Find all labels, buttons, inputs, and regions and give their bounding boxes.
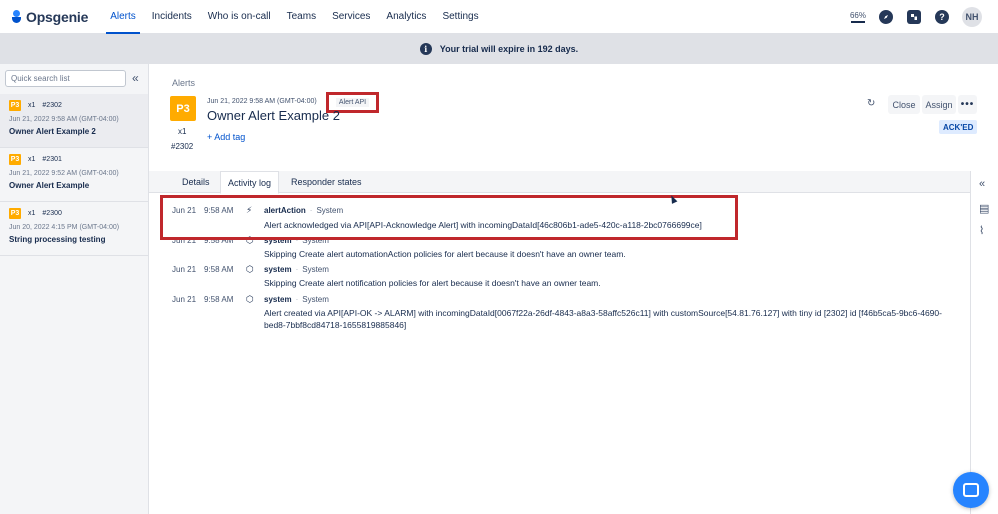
tab-details[interactable]: Details [175, 171, 217, 193]
more-actions-button[interactable]: ••• [958, 95, 977, 114]
cube-icon: ⬡ [246, 235, 254, 245]
log-message: Alert created via API[API-OK -> ALARM] w… [264, 308, 942, 330]
top-navigation: Opsgenie Alerts Incidents Who is on-call… [0, 0, 998, 34]
alert-number: #2302 [171, 142, 194, 151]
trial-banner: i Your trial will expire in 192 days. [0, 34, 998, 64]
log-header: alertAction · System [264, 206, 344, 215]
quick-search-input[interactable] [5, 70, 126, 87]
log-date: Jun 21 [172, 295, 197, 304]
priority-badge: P3 [9, 153, 21, 165]
assign-button[interactable]: Assign [922, 95, 956, 114]
log-actor: system [264, 265, 292, 274]
nav-analytics[interactable]: Analytics [378, 0, 434, 34]
notes-icon[interactable]: ▤ [979, 203, 989, 215]
list-item[interactable]: P3 x1 #2302 Jun 21, 2022 9:58 AM (GMT-04… [0, 94, 148, 148]
zoom-level: 66% [849, 11, 866, 20]
add-tag-button[interactable]: + Add tag [207, 132, 245, 142]
alert-title: Owner Alert Example [9, 181, 90, 190]
source-badge: Alert API [335, 98, 370, 107]
tab-bar: Details Activity log Responder states [149, 171, 970, 194]
chat-support-button[interactable] [953, 472, 989, 508]
cube-icon: ⬡ [246, 264, 254, 274]
log-message: Skipping Create alert automationAction p… [264, 249, 626, 259]
alert-title: Owner Alert Example 2 [9, 127, 96, 136]
alert-count: x1 [28, 155, 36, 163]
alert-number: #2300 [42, 209, 62, 217]
log-header: system · System [264, 265, 329, 274]
log-header: system · System [264, 236, 329, 245]
collapse-sidebar-icon[interactable]: « [132, 72, 139, 84]
alert-date: Jun 21, 2022 9:52 AM (GMT-04:00) [9, 170, 119, 177]
alert-count: x1 [178, 127, 187, 136]
help-icon[interactable]: ? [935, 10, 949, 24]
log-message: Alert acknowledged via API[API-Acknowled… [264, 220, 702, 230]
log-source: System [302, 265, 329, 274]
cube-icon: ⬡ [246, 294, 254, 304]
breadcrumb[interactable]: Alerts [172, 78, 195, 88]
alert-list-sidebar: « P3 x1 #2302 Jun 21, 2022 9:58 AM (GMT-… [0, 64, 149, 514]
alert-title: String processing testing [9, 235, 106, 244]
list-item[interactable]: P3 x1 #2301 Jun 21, 2022 9:52 AM (GMT-04… [0, 148, 148, 202]
alert-count: x1 [28, 209, 36, 217]
alert-number: #2301 [42, 155, 62, 163]
log-actor: alertAction [264, 206, 306, 215]
status-badge: ACK'ED [939, 120, 978, 134]
alert-date: Jun 21, 2022 9:58 AM (GMT-04:00) [9, 116, 119, 123]
compass-icon[interactable] [879, 10, 893, 24]
tab-activity-log[interactable]: Activity log [220, 171, 280, 194]
log-time: 9:58 AM [204, 265, 234, 274]
close-button[interactable]: Close [888, 95, 920, 114]
nav-incidents[interactable]: Incidents [144, 0, 200, 34]
log-source: System [302, 236, 329, 245]
attachment-icon[interactable]: ⌇ [979, 225, 984, 237]
alert-list: P3 x1 #2302 Jun 21, 2022 9:58 AM (GMT-04… [0, 94, 148, 256]
tab-responder-states[interactable]: Responder states [284, 171, 369, 193]
list-item[interactable]: P3 x1 #2300 Jun 20, 2022 4:15 PM (GMT-04… [0, 202, 148, 256]
alert-detail: Alerts P3 x1 #2302 Jun 21, 2022 9:58 AM … [149, 64, 998, 514]
info-icon: i [419, 43, 432, 55]
log-time: 9:58 AM [204, 206, 234, 215]
zoom-indicator[interactable]: 66% [850, 11, 866, 23]
avatar[interactable]: NH [962, 7, 982, 27]
chat-icon [963, 483, 979, 497]
nav-teams[interactable]: Teams [279, 0, 324, 34]
log-time: 9:58 AM [204, 295, 234, 304]
page-title: Owner Alert Example 2 [207, 108, 340, 123]
log-date: Jun 21 [172, 206, 197, 215]
log-actor: system [264, 295, 292, 304]
nav-services[interactable]: Services [324, 0, 378, 34]
log-message: Skipping Create alert notification polic… [264, 278, 601, 288]
log-time: 9:58 AM [204, 236, 234, 245]
expand-panel-icon[interactable]: « [979, 178, 985, 190]
refresh-icon[interactable]: ↻ [867, 98, 875, 109]
lightning-icon: ⚡ [246, 205, 253, 215]
nav-who-is-on-call[interactable]: Who is on-call [200, 0, 279, 34]
opsgenie-logo-icon [12, 10, 21, 23]
trial-banner-text: Your trial will expire in 192 days. [439, 44, 579, 54]
priority-badge: P3 [9, 99, 21, 111]
log-source: System [302, 295, 329, 304]
priority-badge[interactable]: P3 [170, 96, 196, 121]
apps-icon[interactable] [907, 10, 921, 24]
nav-alerts[interactable]: Alerts [102, 0, 144, 34]
app-name: Opsgenie [26, 8, 89, 25]
log-date: Jun 21 [172, 265, 197, 274]
nav-settings[interactable]: Settings [434, 0, 486, 34]
log-source: System [316, 206, 344, 215]
alert-number: #2302 [42, 101, 62, 109]
alert-date: Jun 21, 2022 9:58 AM (GMT-04:00) [207, 98, 317, 105]
priority-badge: P3 [9, 207, 21, 219]
alert-count: x1 [28, 101, 36, 109]
log-actor: system [264, 236, 292, 245]
alert-date: Jun 20, 2022 4:15 PM (GMT-04:00) [9, 224, 120, 231]
log-date: Jun 21 [172, 236, 197, 245]
log-header: system · System [264, 295, 329, 304]
right-rail: « ▤ ⌇ [970, 171, 998, 514]
opsgenie-logo[interactable]: Opsgenie [12, 9, 88, 25]
